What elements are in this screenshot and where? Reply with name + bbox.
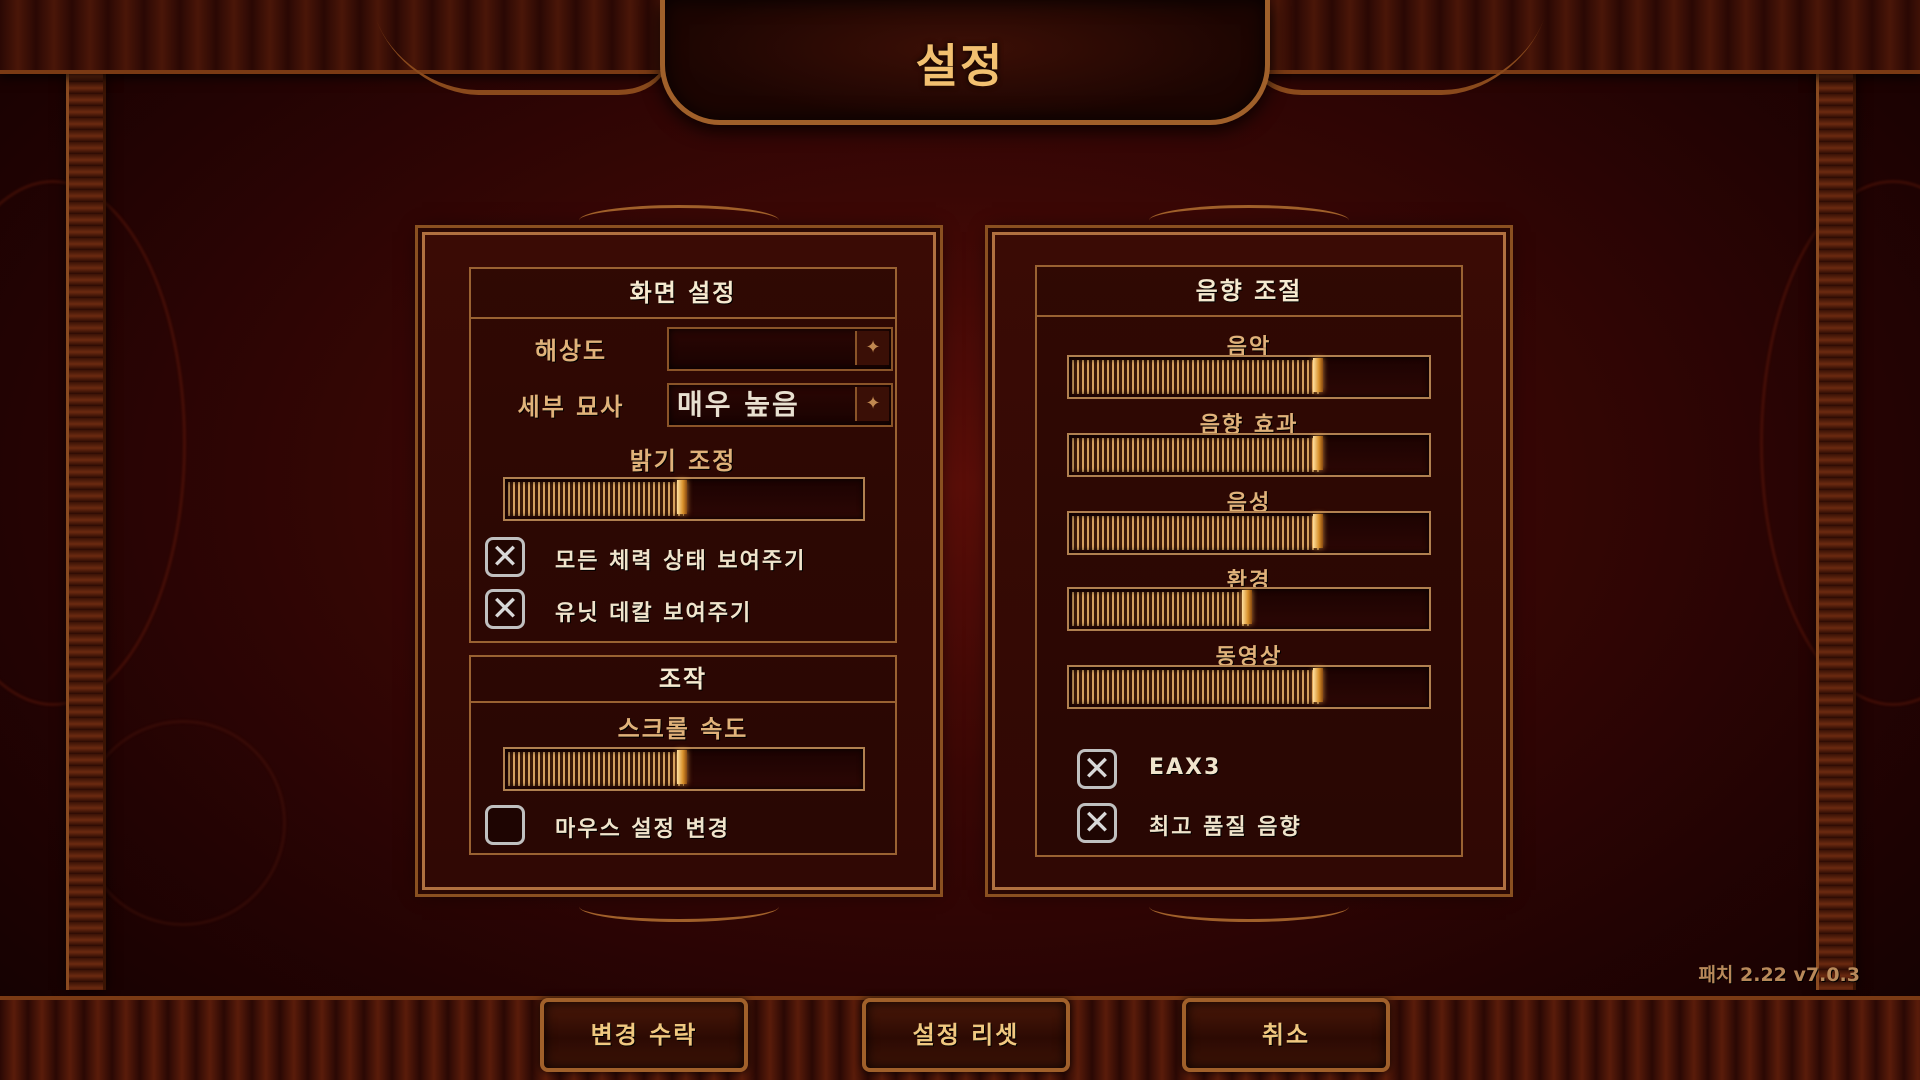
slider-handle[interactable]: [677, 480, 687, 514]
dropdown-arrow-icon[interactable]: ✦: [855, 387, 889, 421]
dropdown-arrow-icon[interactable]: ✦: [855, 331, 889, 365]
resolution-dropdown[interactable]: ✦: [667, 327, 893, 371]
video-volume-slider[interactable]: [1067, 665, 1431, 709]
panel-ornament-bottom: [1149, 891, 1349, 922]
slider-fill: [1072, 438, 1320, 472]
left-panel: 화면 설정 해상도 ✦ 세부 묘사 매우 높음 ✦ 밝기 조정 ✕ 모든 체력 …: [422, 205, 936, 922]
ambient-volume-slider[interactable]: [1067, 587, 1431, 631]
accept-changes-button[interactable]: 변경 수락: [540, 998, 748, 1072]
close-x-icon: ✕: [1082, 803, 1112, 843]
slider-handle[interactable]: [1313, 514, 1323, 548]
detail-dropdown[interactable]: 매우 높음 ✦: [667, 383, 893, 427]
slider-handle[interactable]: [677, 750, 687, 784]
detail-value: 매우 높음: [677, 388, 800, 421]
title-ornament-right: [1226, 20, 1544, 95]
settings-screen: 설정 화면 설정 해상도 ✦ 세부 묘사 매우 높음 ✦ 밝기 조정 ✕ 모든 …: [0, 0, 1920, 1080]
show-decal-label: 유닛 데칼 보여주기: [555, 601, 753, 626]
eax3-checkbox[interactable]: ✕: [1077, 749, 1117, 789]
slider-handle[interactable]: [1242, 590, 1252, 624]
brightness-label: 밝기 조정: [629, 447, 737, 475]
cancel-button[interactable]: 취소: [1182, 998, 1390, 1072]
resolution-label: 해상도: [534, 337, 608, 365]
background-swirl: [80, 720, 286, 926]
frame-pillar-right: [1816, 70, 1856, 990]
display-settings-section: 화면 설정 해상도 ✦ 세부 묘사 매우 높음 ✦ 밝기 조정 ✕ 모든 체력 …: [469, 267, 897, 643]
slider-handle[interactable]: [1313, 358, 1323, 392]
title-ornament-left: [376, 20, 694, 95]
voice-volume-slider[interactable]: [1067, 511, 1431, 555]
show-health-label: 모든 체력 상태 보여주기: [555, 549, 807, 574]
close-x-icon: ✕: [490, 537, 520, 577]
audio-title: 음향 조절: [1037, 267, 1461, 317]
slider-fill: [1072, 592, 1249, 626]
detail-label: 세부 묘사: [517, 393, 625, 421]
high-quality-audio-label: 최고 품질 음향: [1149, 815, 1302, 840]
close-x-icon: ✕: [490, 589, 520, 629]
reset-settings-button[interactable]: 설정 리셋: [862, 998, 1070, 1072]
audio-section: 음향 조절 음악 음향 효과 음성 환경 동영상 ✕ EAX3 ✕ 최고 품질 …: [1035, 265, 1463, 857]
version-label: 패치 2.22 v7.0.3: [1698, 964, 1860, 986]
slider-fill: [508, 752, 684, 786]
close-x-icon: ✕: [1082, 749, 1112, 789]
sfx-volume-slider[interactable]: [1067, 433, 1431, 477]
show-decal-checkbox[interactable]: ✕: [485, 589, 525, 629]
frame-pillar-left: [66, 70, 106, 990]
slider-handle[interactable]: [1313, 668, 1323, 702]
scroll-speed-slider[interactable]: [503, 747, 865, 791]
right-panel: 음향 조절 음악 음향 효과 음성 환경 동영상 ✕ EAX3 ✕ 최고 품질 …: [992, 205, 1506, 922]
brightness-slider[interactable]: [503, 477, 865, 521]
show-health-checkbox[interactable]: ✕: [485, 537, 525, 577]
slider-fill: [1072, 516, 1320, 550]
mouse-setting-checkbox[interactable]: ✕: [485, 805, 525, 845]
panel-ornament-top: [579, 205, 779, 236]
eax3-label: EAX3: [1149, 755, 1222, 780]
display-settings-title: 화면 설정: [471, 269, 895, 319]
slider-fill: [1072, 360, 1320, 394]
mouse-setting-label: 마우스 설정 변경: [555, 817, 730, 842]
music-volume-slider[interactable]: [1067, 355, 1431, 399]
scroll-speed-label: 스크롤 속도: [617, 715, 749, 743]
page-title: 설정: [915, 39, 1005, 93]
high-quality-audio-checkbox[interactable]: ✕: [1077, 803, 1117, 843]
panel-ornament-top: [1149, 205, 1349, 236]
slider-fill: [1072, 670, 1320, 704]
panel-ornament-bottom: [579, 891, 779, 922]
slider-handle[interactable]: [1313, 436, 1323, 470]
controls-title: 조작: [471, 657, 895, 703]
controls-section: 조작 스크롤 속도 ✕ 마우스 설정 변경: [469, 655, 897, 855]
slider-fill: [508, 482, 684, 516]
